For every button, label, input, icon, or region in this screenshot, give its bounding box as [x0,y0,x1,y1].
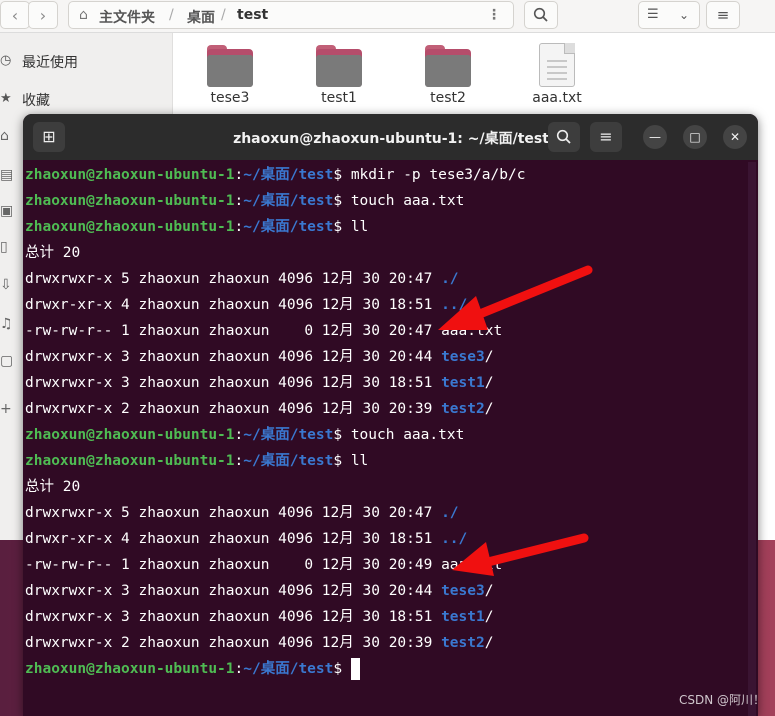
watermark: CSDN @阿川！ [678,693,765,707]
annotation-arrows [438,265,593,576]
arrow-annotation-2 [452,533,589,576]
arrow-annotation-1 [438,265,593,330]
